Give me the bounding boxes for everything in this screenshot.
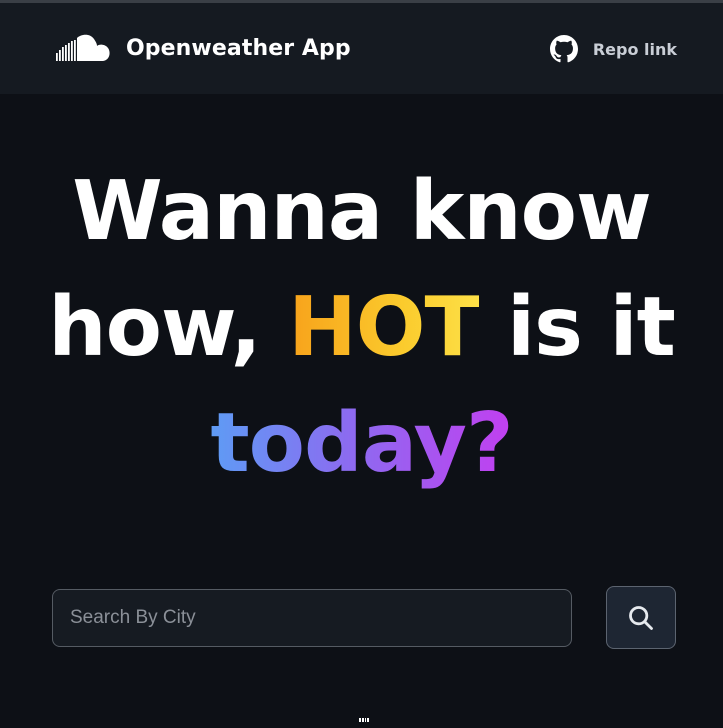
hero-line-2-suffix: is it [507,280,676,375]
scroll-indicator [359,718,369,722]
hero-line-3: today? [0,386,723,502]
navbar: Openweather App Repo link [0,3,723,94]
hero-line-2-prefix: how, [48,280,261,375]
brand[interactable]: Openweather App [55,33,351,63]
search-button[interactable] [606,586,676,649]
hero-line-2: how, HOT is it [0,270,723,386]
github-icon [549,35,578,63]
hero-line-1: Wanna know [72,164,652,259]
hot-highlight: HOT [288,280,480,375]
repo-link[interactable]: Repo link [549,35,677,63]
today-highlight: today? [210,396,513,491]
app-title: Openweather App [126,35,351,61]
hero-heading: Wanna know how, HOT is it today? [0,154,723,502]
cloud-icon [56,34,110,61]
repo-link-label: Repo link [592,39,677,59]
city-search-input[interactable] [52,589,572,647]
search-icon [629,605,653,630]
